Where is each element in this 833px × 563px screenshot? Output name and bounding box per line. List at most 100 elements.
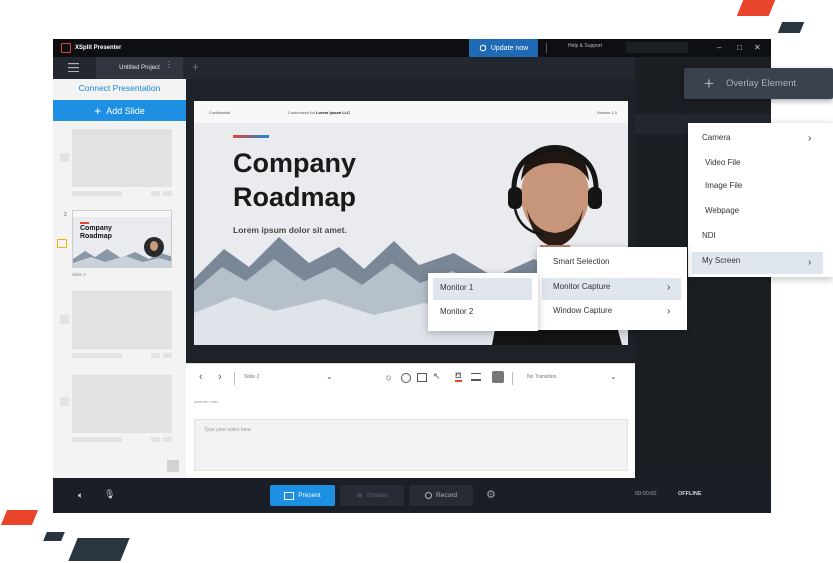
monitor-submenu: Monitor 1 Monitor 2 [428, 273, 538, 331]
transition-select[interactable]: No Transition [527, 374, 556, 380]
slide-2-active-marker [57, 239, 67, 248]
help-support-link[interactable]: Help & Support [568, 43, 602, 49]
laser-pointer-icon[interactable]: ⦸ [386, 373, 391, 383]
add-slide-label: Add Slide [106, 105, 145, 116]
close-button[interactable]: ✕ [754, 42, 761, 54]
scroll-thumb[interactable] [167, 460, 179, 472]
add-slide-button[interactable]: + Add Slide [53, 100, 186, 121]
slide-4-marker [60, 397, 69, 406]
previous-slide-button[interactable]: ‹ [199, 371, 203, 383]
menu-item-monitor-2[interactable]: Monitor 2 [440, 307, 473, 316]
record-button[interactable]: Record [409, 485, 473, 506]
speaker-icon[interactable]: 🔈︎ [78, 490, 83, 501]
tab-project[interactable]: Untitled Project ⋮ [96, 57, 183, 79]
slide-2-label: Slide 2 [72, 272, 86, 277]
microphone-icon[interactable]: 🎙︎ [104, 489, 115, 500]
slide-thumbnail-4[interactable] [72, 375, 172, 433]
thumb-title-1: Company [80, 225, 112, 232]
stream-button[interactable]: ≋ Stream [340, 485, 404, 506]
titlebar-search-field[interactable] [626, 42, 688, 53]
arrow-tool-icon[interactable]: ↖ [433, 371, 441, 382]
decor-dark-stripe-large [68, 538, 130, 561]
present-button[interactable]: Present [270, 485, 335, 506]
rectangle-tool-icon[interactable] [417, 373, 427, 382]
line-weight-icon[interactable] [471, 373, 481, 381]
menu-item-webpage[interactable]: Webpage [705, 206, 739, 215]
notes-toggle-icon[interactable] [492, 371, 504, 383]
transition-chevron-down-icon[interactable]: ⌄ [610, 372, 617, 381]
slide-thumbnail-1[interactable] [72, 129, 172, 187]
slide-header: Confidential Customized for Lorem Ipsum … [194, 101, 628, 123]
slide-3-marker [60, 315, 69, 324]
decor-dark-stripe-top [777, 22, 805, 33]
toolbar-slide-label: Slide 2 [244, 374, 260, 380]
next-slide-button[interactable]: › [218, 371, 222, 383]
menu-item-window-capture[interactable]: Window Capture [553, 306, 612, 315]
thumb-title-2: Roadmap [80, 233, 112, 240]
decor-orange-stripe-bottom [0, 510, 39, 525]
project-tab-label: Untitled Project [119, 65, 160, 71]
stream-icon: ≋ [356, 491, 363, 500]
maximize-button[interactable]: □ [737, 42, 742, 54]
toolbar-divider-2 [512, 372, 513, 385]
minimize-button[interactable]: – [717, 42, 721, 54]
slide-2-number: 2 [64, 212, 67, 218]
slide-4-caption-bar [72, 437, 122, 442]
circle-tool-icon[interactable] [401, 373, 411, 383]
my-screen-submenu: Smart Selection Monitor Capture › Window… [537, 247, 687, 330]
title-bar: XSplit Presenter Update now Help & Suppo… [53, 39, 771, 57]
connect-presentation-link[interactable]: Connect Presentation [53, 83, 186, 93]
menu-item-smart-selection[interactable]: Smart Selection [553, 257, 609, 266]
slide-1-action-a [151, 191, 160, 196]
menu-item-video-file[interactable]: Video File [705, 158, 740, 167]
refresh-icon [479, 44, 487, 52]
stream-label: Stream [366, 492, 388, 499]
slide-thumbnail-2[interactable]: Company Roadmap [72, 210, 172, 268]
timer: 00:00:00 [635, 491, 657, 497]
menu-item-monitor-1[interactable]: Monitor 1 [440, 283, 473, 292]
slide-thumbnail-3[interactable] [72, 291, 172, 349]
new-tab-plus-icon[interactable]: + [192, 60, 199, 74]
overlay-element-label: Overlay Element [725, 78, 797, 89]
update-now-button[interactable]: Update now [469, 39, 538, 57]
slides-panel: Untitled Project ⋮ Connect Presentation … [53, 57, 186, 478]
slide-1-caption-bar [72, 191, 122, 196]
menu-item-ndi[interactable]: NDI [702, 231, 716, 240]
menu-item-camera[interactable]: Camera [702, 133, 730, 142]
fill-color-icon[interactable]: ⛾ [455, 371, 462, 382]
my-screen-chevron-right-icon: › [808, 257, 812, 268]
notes-panel: presenter notes Type your notes here [186, 392, 635, 478]
slide-3-action-b [163, 353, 172, 358]
slide-title-accent [233, 135, 269, 138]
record-icon [425, 492, 433, 499]
settings-gear-icon[interactable]: ⚙ [486, 488, 496, 501]
menu-item-my-screen[interactable]: My Screen [702, 256, 740, 265]
notes-placeholder: Type your notes here [204, 427, 251, 433]
slide-3-action-a [151, 353, 160, 358]
hamburger-menu-icon[interactable] [68, 63, 79, 72]
slide-select-chevron-down-icon[interactable]: ⌄ [326, 372, 333, 381]
slide-4-action-a [151, 437, 160, 442]
plus-icon: + [704, 74, 714, 93]
xsplit-logo-icon [61, 43, 71, 53]
toolbar-divider [234, 372, 235, 385]
present-label: Present [298, 492, 321, 499]
overlay-element-button[interactable]: + Overlay Element [684, 68, 833, 99]
slide-toolbar: ‹ › Slide 2 ⌄ ⦸ ↖ ⛾ No Transition ⌄ [186, 363, 635, 393]
slide-1-marker [60, 153, 69, 162]
titlebar-divider [546, 43, 547, 53]
tab-strip: + [186, 57, 635, 79]
overlay-menu: Camera › Video File Image File Webpage N… [688, 123, 833, 277]
decor-orange-stripe-top [736, 0, 776, 16]
monitor-icon [284, 491, 295, 500]
thumb-avatar-face [150, 241, 158, 251]
thumb-accent-line [80, 222, 89, 224]
menu-item-monitor-capture[interactable]: Monitor Capture [553, 282, 610, 291]
decor-dark-stripe-small [43, 532, 65, 541]
notes-input[interactable]: Type your notes here [194, 419, 628, 471]
app-name: XSplit Presenter [75, 45, 122, 51]
kebab-menu-icon[interactable]: ⋮ [165, 60, 173, 69]
camera-chevron-right-icon: › [808, 133, 812, 144]
menu-item-image-file[interactable]: Image File [705, 181, 742, 190]
slide-4-action-b [163, 437, 172, 442]
